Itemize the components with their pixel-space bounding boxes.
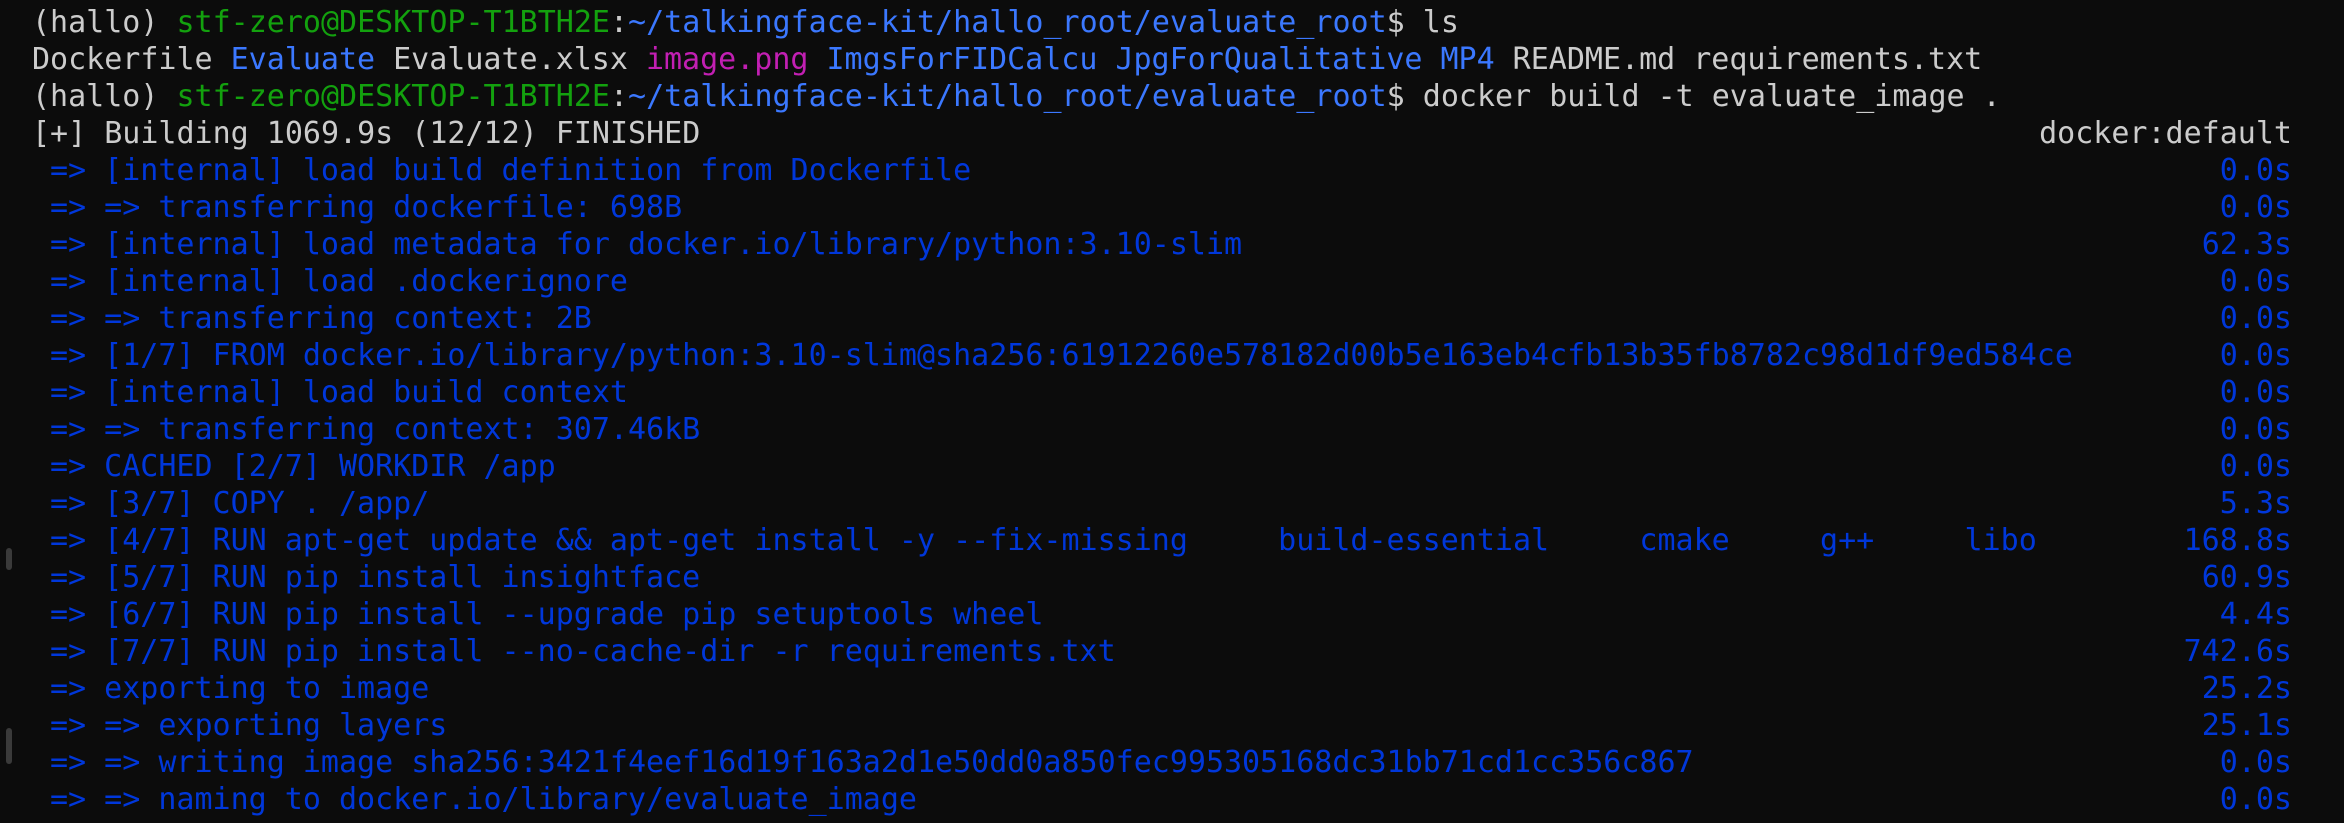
build-step-time: 0.0s — [2219, 153, 2292, 188]
build-step-line: => CACHED [2/7] WORKDIR /app 0.0s — [32, 448, 2292, 485]
ls-entry: Evaluate.xlsx — [393, 42, 628, 77]
build-step-text: => [3/7] COPY . /app/ — [50, 486, 430, 521]
ls-entry: Evaluate — [230, 42, 376, 77]
user-host: stf-zero@DESKTOP-T1BTH2E — [176, 5, 610, 40]
build-context: docker:default — [2039, 116, 2292, 151]
build-step-text: => [internal] load .dockerignore — [50, 264, 628, 299]
build-step-text: => [5/7] RUN pip install insightface — [50, 560, 701, 595]
build-step-line: => exporting to image 25.2s — [32, 670, 2292, 707]
scroll-marker — [6, 548, 12, 570]
build-step-text: => CACHED [2/7] WORKDIR /app — [50, 449, 556, 484]
build-step-time: 5.3s — [2219, 486, 2292, 521]
build-step-time: 0.0s — [2219, 190, 2292, 225]
build-step-time: 25.1s — [2201, 708, 2292, 743]
build-step-time: 0.0s — [2219, 449, 2292, 484]
terminal-output: (hallo) stf-zero@DESKTOP-T1BTH2E:~/talki… — [32, 4, 2292, 818]
prompt-colon: : — [609, 5, 629, 40]
prompt-colon: : — [609, 79, 629, 114]
prompt-dollar: $ — [1386, 5, 1423, 40]
build-step-text: => => transferring context: 2B — [50, 301, 592, 336]
build-step-time: 4.4s — [2219, 597, 2292, 632]
build-step-line: => => exporting layers 25.1s — [32, 707, 2292, 744]
build-step-text: => => writing image sha256:3421f4eef16d1… — [50, 745, 1694, 780]
terminal-window[interactable]: (hallo) stf-zero@DESKTOP-T1BTH2E:~/talki… — [0, 0, 2344, 823]
build-steps: => [internal] load build definition from… — [32, 152, 2292, 818]
build-step-line: => [5/7] RUN pip install insightface 60.9… — [32, 559, 2292, 596]
ls-entry: JpgForQualitative — [1115, 42, 1423, 77]
build-step-line: => => transferring dockerfile: 698B 0.0s — [32, 189, 2292, 226]
conda-env: (hallo) — [32, 79, 177, 114]
build-step-time: 168.8s — [2183, 523, 2292, 558]
build-step-line: => => transferring context: 307.46kB 0.0s — [32, 411, 2292, 448]
build-step-text: => => transferring dockerfile: 698B — [50, 190, 683, 225]
build-step-time: 0.0s — [2219, 338, 2292, 373]
build-step-line: => => transferring context: 2B 0.0s — [32, 300, 2292, 337]
command-text: ls — [1422, 5, 1459, 40]
build-step-text: => => transferring context: 307.46kB — [50, 412, 701, 447]
build-step-text: => [7/7] RUN pip install --no-cache-dir … — [50, 634, 1116, 669]
ls-entry: image.png — [645, 42, 809, 77]
build-step-text: => [6/7] RUN pip install --upgrade pip s… — [50, 597, 1044, 632]
build-step-line: => [internal] load metadata for docker.i… — [32, 226, 2292, 263]
build-step-line: => [internal] load .dockerignore 0.0s — [32, 263, 2292, 300]
build-step-text: => exporting to image — [50, 671, 430, 706]
build-step-time: 25.2s — [2201, 671, 2292, 706]
build-step-time: 62.3s — [2201, 227, 2292, 262]
build-step-time: 0.0s — [2219, 745, 2292, 780]
build-step-line: => [7/7] RUN pip install --no-cache-dir … — [32, 633, 2292, 670]
ls-entry: README.md — [1512, 42, 1676, 77]
build-step-line: => [4/7] RUN apt-get update && apt-get i… — [32, 522, 2292, 559]
build-step-text: => => naming to docker.io/library/evalua… — [50, 782, 917, 817]
build-step-time: 0.0s — [2219, 412, 2292, 447]
build-step-time: 0.0s — [2219, 301, 2292, 336]
ls-entry: MP4 — [1440, 42, 1495, 77]
build-step-line: => => writing image sha256:3421f4eef16d1… — [32, 744, 2292, 781]
ls-entry: Dockerfile — [32, 42, 213, 77]
build-step-line: => [6/7] RUN pip install --upgrade pip s… — [32, 596, 2292, 633]
build-step-line: => [1/7] FROM docker.io/library/python:3… — [32, 337, 2292, 374]
build-step-time: 742.6s — [2183, 634, 2292, 669]
build-header-line: [+] Building 1069.9s (12/12) FINISHED doc… — [32, 115, 2292, 152]
build-step-time: 0.0s — [2219, 264, 2292, 299]
build-step-text: => [internal] load metadata for docker.i… — [50, 227, 1243, 262]
ls-output-line: Dockerfile Evaluate Evaluate.xlsx image.png… — [32, 41, 2292, 78]
build-step-time: 0.0s — [2219, 782, 2292, 817]
prompt-dollar: $ — [1386, 79, 1423, 114]
build-step-text: => [1/7] FROM docker.io/library/python:3… — [50, 338, 2073, 373]
prompt-line-ls: (hallo) stf-zero@DESKTOP-T1BTH2E:~/talki… — [32, 4, 2292, 41]
prompt-line-docker: (hallo) stf-zero@DESKTOP-T1BTH2E:~/talki… — [32, 78, 2292, 115]
conda-env: (hallo) — [32, 5, 177, 40]
build-step-line: => [internal] load build definition from… — [32, 152, 2292, 189]
build-step-line: => [internal] load build context 0.0s — [32, 374, 2292, 411]
build-status: [+] Building 1069.9s (12/12) FINISHED — [32, 116, 701, 151]
current-path: ~/talkingface-kit/hallo_root/evaluate_ro… — [628, 5, 1387, 40]
build-step-line: => => naming to docker.io/library/evalua… — [32, 781, 2292, 818]
scroll-marker — [6, 728, 12, 764]
build-step-time: 0.0s — [2219, 375, 2292, 410]
user-host: stf-zero@DESKTOP-T1BTH2E — [176, 79, 610, 114]
build-step-text: => [4/7] RUN apt-get update && apt-get i… — [50, 523, 2037, 558]
build-step-text: => [internal] load build definition from… — [50, 153, 972, 188]
ls-entry: requirements.txt — [1693, 42, 1983, 77]
current-path: ~/talkingface-kit/hallo_root/evaluate_ro… — [628, 79, 1387, 114]
build-step-time: 60.9s — [2201, 560, 2292, 595]
build-step-text: => => exporting layers — [50, 708, 448, 743]
build-step-line: => [3/7] COPY . /app/5.3s — [32, 485, 2292, 522]
command-text: docker build -t evaluate_image . — [1422, 79, 2001, 114]
build-step-text: => [internal] load build context — [50, 375, 628, 410]
ls-entry: ImgsForFIDCalcu — [826, 42, 1098, 77]
